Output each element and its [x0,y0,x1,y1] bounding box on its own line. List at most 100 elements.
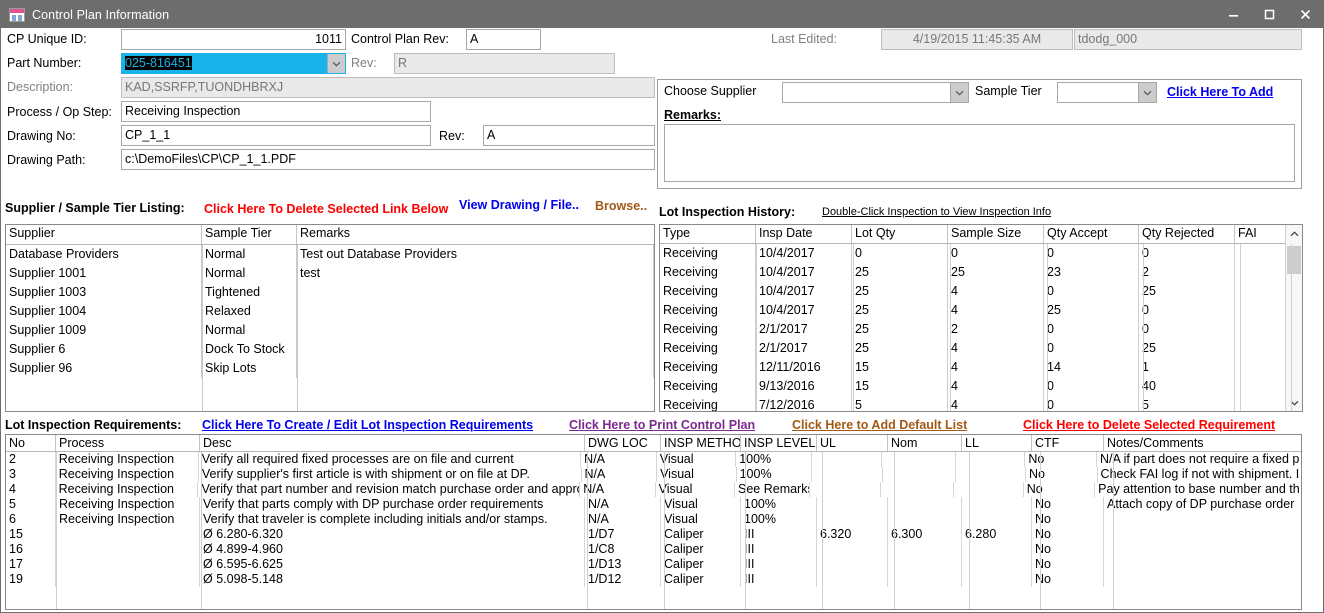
cell: N/A [585,497,661,512]
cell: N/A [581,452,657,467]
remarks-textarea[interactable] [664,124,1295,182]
cell: Supplier 1004 [6,302,202,321]
col-supplier[interactable]: Supplier [6,225,202,244]
scroll-up-icon[interactable] [1286,225,1302,242]
drawing-no-field[interactable]: CP_1_1 [121,125,431,146]
lot-inspection-requirements-grid[interactable]: No Process Desc DWG LOC INSP METHOD INSP… [5,434,1302,610]
table-row[interactable]: Supplier 1001Normaltest [6,264,654,283]
delete-selected-requirement-link[interactable]: Click Here to Delete Selected Requiremen… [1023,418,1275,432]
cell: 25 [852,282,948,301]
col-qty-rejected[interactable]: Qty Rejected [1139,225,1235,243]
choose-supplier-value [783,83,950,102]
process-op-step-field[interactable]: Receiving Inspection [121,101,431,122]
cell [817,542,888,557]
supplier-listing-grid[interactable]: Supplier Sample Tier Remarks Database Pr… [5,224,655,412]
cell [888,557,962,572]
scrollbar-thumb[interactable] [1287,246,1301,274]
table-row[interactable]: Supplier 1004Relaxed [6,302,654,321]
maximize-icon[interactable] [1251,1,1287,28]
cp-unique-id-field[interactable]: 1011 [121,29,346,50]
control-plan-rev-field[interactable]: A [466,29,541,50]
col-sample-size[interactable]: Sample Size [948,225,1044,243]
drawing-rev-field[interactable]: A [483,125,655,146]
col-fai[interactable]: FAI [1235,225,1285,243]
col-type[interactable]: Type [660,225,756,243]
cell: 2/1/2017 [756,320,852,339]
choose-supplier-combo[interactable] [782,82,969,103]
browse-link[interactable]: Browse.. [595,199,647,213]
cell: 6.300 [888,527,962,542]
table-row[interactable]: Supplier 96Skip Lots [6,359,654,378]
control-plan-window: Control Plan Information CP Unique ID: 1… [0,0,1324,613]
history-vertical-scrollbar[interactable] [1285,225,1302,411]
create-edit-requirements-link[interactable]: Click Here To Create / Edit Lot Inspecti… [202,418,533,432]
col-no[interactable]: No [6,435,56,451]
table-row[interactable]: Database ProvidersNormalTest out Databas… [6,245,654,264]
drawing-path-field[interactable]: c:\DemoFiles\CP\CP_1_1.PDF [121,149,655,170]
supplier-listing-title: Supplier / Sample Tier Listing: [5,201,185,215]
cell: Normal [202,245,297,264]
table-row[interactable]: Supplier 6Dock To Stock [6,340,654,359]
part-number-combo[interactable]: 025-816451 [121,53,346,74]
double-click-hint-link[interactable]: Double-Click Inspection to View Inspecti… [822,206,1051,218]
cell: Tightened [202,283,297,302]
col-ll[interactable]: LL [962,435,1032,451]
chevron-down-icon[interactable] [327,54,345,73]
click-here-to-add-link[interactable]: Click Here To Add [1167,85,1273,99]
sample-tier-combo[interactable] [1057,82,1157,103]
cell: 12/11/2016 [756,358,852,377]
cell: 2 [948,320,1044,339]
req-grid-header: No Process Desc DWG LOC INSP METHOD INSP… [6,435,1301,452]
cell: 10/4/2017 [756,282,852,301]
col-process[interactable]: Process [56,435,200,451]
col-insp-level[interactable]: INSP LEVEL [741,435,817,451]
delete-selected-link[interactable]: Click Here To Delete Selected Link Below [204,202,448,216]
scrollbar-track[interactable] [1286,242,1302,394]
col-dwg-loc[interactable]: DWG LOC [585,435,661,451]
column-divider [201,452,202,609]
col-remarks[interactable]: Remarks [297,225,654,244]
cell: 4 [948,339,1044,358]
col-qty-accept[interactable]: Qty Accept [1044,225,1139,243]
drawing-path-label: Drawing Path: [7,153,86,167]
chevron-down-icon[interactable] [1138,83,1156,102]
col-insp-date[interactable]: Insp Date [756,225,852,243]
minimize-icon[interactable] [1215,1,1251,28]
col-sample-tier[interactable]: Sample Tier [202,225,297,244]
scroll-down-icon[interactable] [1286,394,1302,411]
cell: 15 [852,358,948,377]
column-divider [297,245,298,411]
close-icon[interactable] [1287,1,1323,28]
table-row[interactable]: Supplier 1009Normal [6,321,654,340]
col-notes[interactable]: Notes/Comments [1104,435,1301,451]
cell: 0 [1139,244,1235,263]
cell [956,452,1026,467]
table-row[interactable]: Supplier 1003Tightened [6,283,654,302]
print-control-plan-link[interactable]: Click Here to Print Control Plan [569,418,755,432]
view-drawing-link[interactable]: View Drawing / File.. [459,198,579,212]
cell: No [1025,452,1097,467]
chevron-down-icon[interactable] [950,83,968,102]
col-desc[interactable]: Desc [200,435,585,451]
cell: N/A if part does not require a fixed p [1097,452,1301,467]
col-insp-method[interactable]: INSP METHOD [661,435,741,451]
cell [1104,512,1301,527]
cell: 25 [1044,301,1139,320]
cell: 0 [852,244,948,263]
col-ul[interactable]: UL [817,435,888,451]
cell [817,557,888,572]
column-divider [664,452,665,609]
col-ctf[interactable]: CTF [1032,435,1104,451]
cell: 25 [852,263,948,282]
column-divider [853,244,854,411]
cell [1104,557,1301,572]
cell [810,482,880,497]
cell: 5 [1139,396,1235,412]
cell [888,512,962,527]
lot-inspection-history-grid[interactable]: Type Insp Date Lot Qty Sample Size Qty A… [659,224,1303,412]
cell: Receiving [660,320,756,339]
col-nom[interactable]: Nom [888,435,962,451]
col-lot-qty[interactable]: Lot Qty [852,225,948,243]
cell: Receiving Inspection [56,512,200,527]
add-default-list-link[interactable]: Click Here to Add Default List [792,418,967,432]
